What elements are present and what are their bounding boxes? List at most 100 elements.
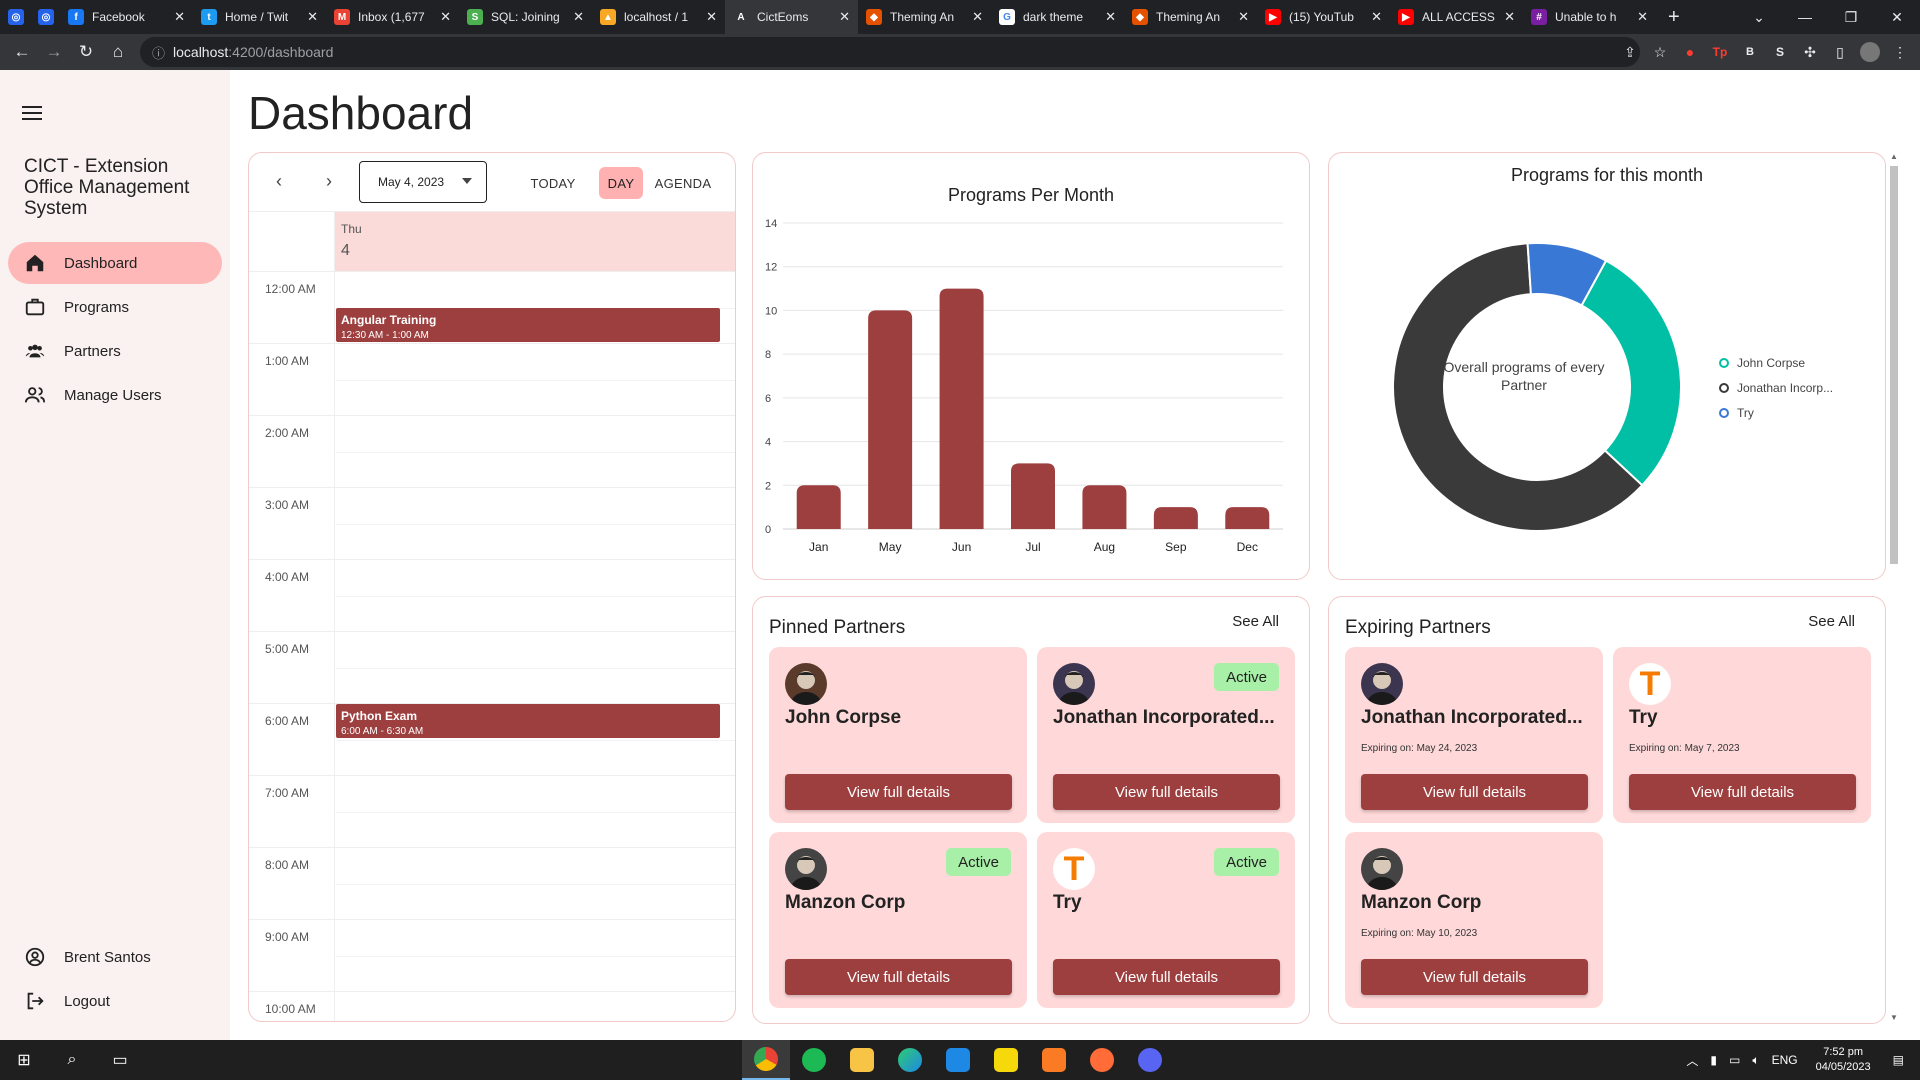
view-full-details-button[interactable]: View full details: [1629, 774, 1856, 810]
browser-tab[interactable]: ▶ (15) YouTub ✕: [1257, 0, 1390, 34]
browser-tab[interactable]: f Facebook ✕: [60, 0, 193, 34]
vscode-taskbar-icon[interactable]: [934, 1040, 982, 1080]
network-icon[interactable]: ▭: [1729, 1053, 1740, 1067]
expiring-see-all-link[interactable]: See All: [1808, 613, 1855, 630]
browser-tab[interactable]: ◆ Theming An ✕: [1124, 0, 1257, 34]
bar[interactable]: [796, 485, 841, 529]
bookmark-star-icon[interactable]: ☆: [1648, 40, 1672, 64]
puzzle-icon[interactable]: ✣: [1798, 40, 1822, 64]
tab-close-icon[interactable]: ✕: [307, 9, 318, 25]
task-view-icon[interactable]: ▭: [96, 1040, 144, 1080]
edge-taskbar-icon[interactable]: [886, 1040, 934, 1080]
browser-menu-icon[interactable]: ⋮: [1888, 40, 1912, 64]
volume-icon[interactable]: 🔈︎: [1752, 1053, 1759, 1068]
tab-close-icon[interactable]: ✕: [174, 9, 185, 25]
restore-button[interactable]: ❐: [1828, 0, 1874, 34]
view-full-details-button[interactable]: View full details: [1361, 959, 1588, 995]
bar[interactable]: [939, 288, 984, 529]
side-panel-icon[interactable]: ▯: [1828, 40, 1852, 64]
minimize-button[interactable]: —: [1782, 0, 1828, 34]
bar[interactable]: [1011, 463, 1055, 529]
pinned-see-all-link[interactable]: See All: [1232, 613, 1279, 630]
file-explorer-taskbar-icon[interactable]: [838, 1040, 886, 1080]
home-button[interactable]: ⌂: [102, 36, 134, 68]
back-button[interactable]: ←: [6, 36, 38, 68]
tab-close-icon[interactable]: ✕: [972, 9, 983, 25]
tab-close-icon[interactable]: ✕: [1504, 9, 1515, 25]
tab-close-icon[interactable]: ✕: [573, 9, 584, 25]
chrome-taskbar-icon[interactable]: [742, 1040, 790, 1080]
tab-close-icon[interactable]: ✕: [1238, 9, 1249, 25]
view-full-details-button[interactable]: View full details: [1053, 959, 1280, 995]
menu-toggle-icon[interactable]: [22, 106, 42, 124]
bar[interactable]: [1153, 507, 1198, 529]
scroll-down-arrow[interactable]: ▼: [1888, 1013, 1900, 1022]
language-indicator[interactable]: ENG: [1772, 1053, 1798, 1067]
hour-slot[interactable]: 1:00 AM: [249, 343, 735, 415]
extension-b-icon[interactable]: B: [1738, 40, 1762, 64]
spotify-taskbar-icon[interactable]: [790, 1040, 838, 1080]
tab-close-icon[interactable]: ✕: [706, 9, 717, 25]
tab-close-icon[interactable]: ✕: [1371, 9, 1382, 25]
tray-chevron-icon[interactable]: ︿: [1686, 1052, 1698, 1069]
postman-taskbar-icon[interactable]: [1078, 1040, 1126, 1080]
sticky-notes-taskbar-icon[interactable]: [982, 1040, 1030, 1080]
clock[interactable]: 7:52 pm 04/05/2023: [1816, 1045, 1871, 1075]
discord-taskbar-icon[interactable]: [1126, 1040, 1174, 1080]
extension-s-icon[interactable]: S: [1768, 40, 1792, 64]
tab-search-icon[interactable]: ⌄: [1736, 0, 1782, 34]
browser-tab[interactable]: ◆ Theming An ✕: [858, 0, 991, 34]
hour-slot[interactable]: 8:00 AM: [249, 847, 735, 919]
day-column-header[interactable]: Thu 4: [334, 212, 735, 272]
new-tab-button[interactable]: +: [1656, 6, 1692, 29]
tab-close-icon[interactable]: ✕: [1637, 9, 1648, 25]
bar[interactable]: [1225, 507, 1270, 529]
sidebar-item-programs[interactable]: Programs: [8, 286, 222, 328]
scroll-up-arrow[interactable]: ▲: [1888, 152, 1900, 161]
logout-button[interactable]: Logout: [8, 980, 222, 1022]
reload-button[interactable]: ↻: [70, 36, 102, 68]
agenda-view-button[interactable]: AGENDA: [651, 167, 715, 199]
browser-tab[interactable]: # Unable to h ✕: [1523, 0, 1656, 34]
hour-slot[interactable]: 3:00 AM: [249, 487, 735, 559]
forward-button[interactable]: →: [38, 36, 70, 68]
tab-close-icon[interactable]: ✕: [440, 9, 451, 25]
sidebar-item-dashboard[interactable]: Dashboard: [8, 242, 222, 284]
share-icon[interactable]: ⇪: [1618, 40, 1642, 64]
search-icon[interactable]: ⌕: [48, 1040, 96, 1080]
view-full-details-button[interactable]: View full details: [1361, 774, 1588, 810]
hour-slot[interactable]: 5:00 AM: [249, 631, 735, 703]
date-picker[interactable]: May 4, 2023: [359, 161, 487, 203]
browser-tab[interactable]: M Inbox (1,677 ✕: [326, 0, 459, 34]
browser-tab[interactable]: ◎: [30, 0, 60, 34]
prev-day-button[interactable]: ‹: [267, 169, 291, 193]
site-info-icon[interactable]: ⓘ: [152, 43, 165, 62]
today-button[interactable]: TODAY: [525, 167, 581, 199]
next-day-button[interactable]: ›: [317, 169, 341, 193]
sidebar-item-partners[interactable]: Partners: [8, 330, 222, 372]
legend-item[interactable]: Jonathan Incorp...: [1719, 380, 1833, 396]
hour-slot[interactable]: 7:00 AM: [249, 775, 735, 847]
scrollbar-thumb[interactable]: [1890, 166, 1898, 564]
notifications-icon[interactable]: ▤: [1893, 1053, 1904, 1067]
view-full-details-button[interactable]: View full details: [785, 959, 1012, 995]
hour-slot[interactable]: 9:00 AM: [249, 919, 735, 991]
close-window-button[interactable]: ✕: [1874, 0, 1920, 34]
browser-tab[interactable]: ▶ ALL ACCESS ✕: [1390, 0, 1523, 34]
day-view-button[interactable]: DAY: [599, 167, 643, 199]
tab-close-icon[interactable]: ✕: [1105, 9, 1116, 25]
tab-close-icon[interactable]: ✕: [839, 9, 850, 25]
browser-tab[interactable]: Gdark theme ✕: [991, 0, 1124, 34]
legend-item[interactable]: Try: [1719, 405, 1833, 421]
bar[interactable]: [1082, 485, 1127, 529]
user-profile-item[interactable]: Brent Santos: [8, 936, 222, 978]
hour-slot[interactable]: 2:00 AM: [249, 415, 735, 487]
page-scrollbar[interactable]: ▲ ▼: [1888, 152, 1900, 1022]
browser-tab[interactable]: ▲ localhost / 1 ✕: [592, 0, 725, 34]
view-full-details-button[interactable]: View full details: [785, 774, 1012, 810]
extension-tp-icon[interactable]: Tp: [1708, 40, 1732, 64]
browser-tab[interactable]: A CictEoms ✕: [725, 0, 858, 34]
view-full-details-button[interactable]: View full details: [1053, 774, 1280, 810]
calendar-event[interactable]: Python Exam 6:00 AM - 6:30 AM: [336, 704, 720, 738]
sidebar-item-manage-users[interactable]: Manage Users: [8, 374, 222, 416]
